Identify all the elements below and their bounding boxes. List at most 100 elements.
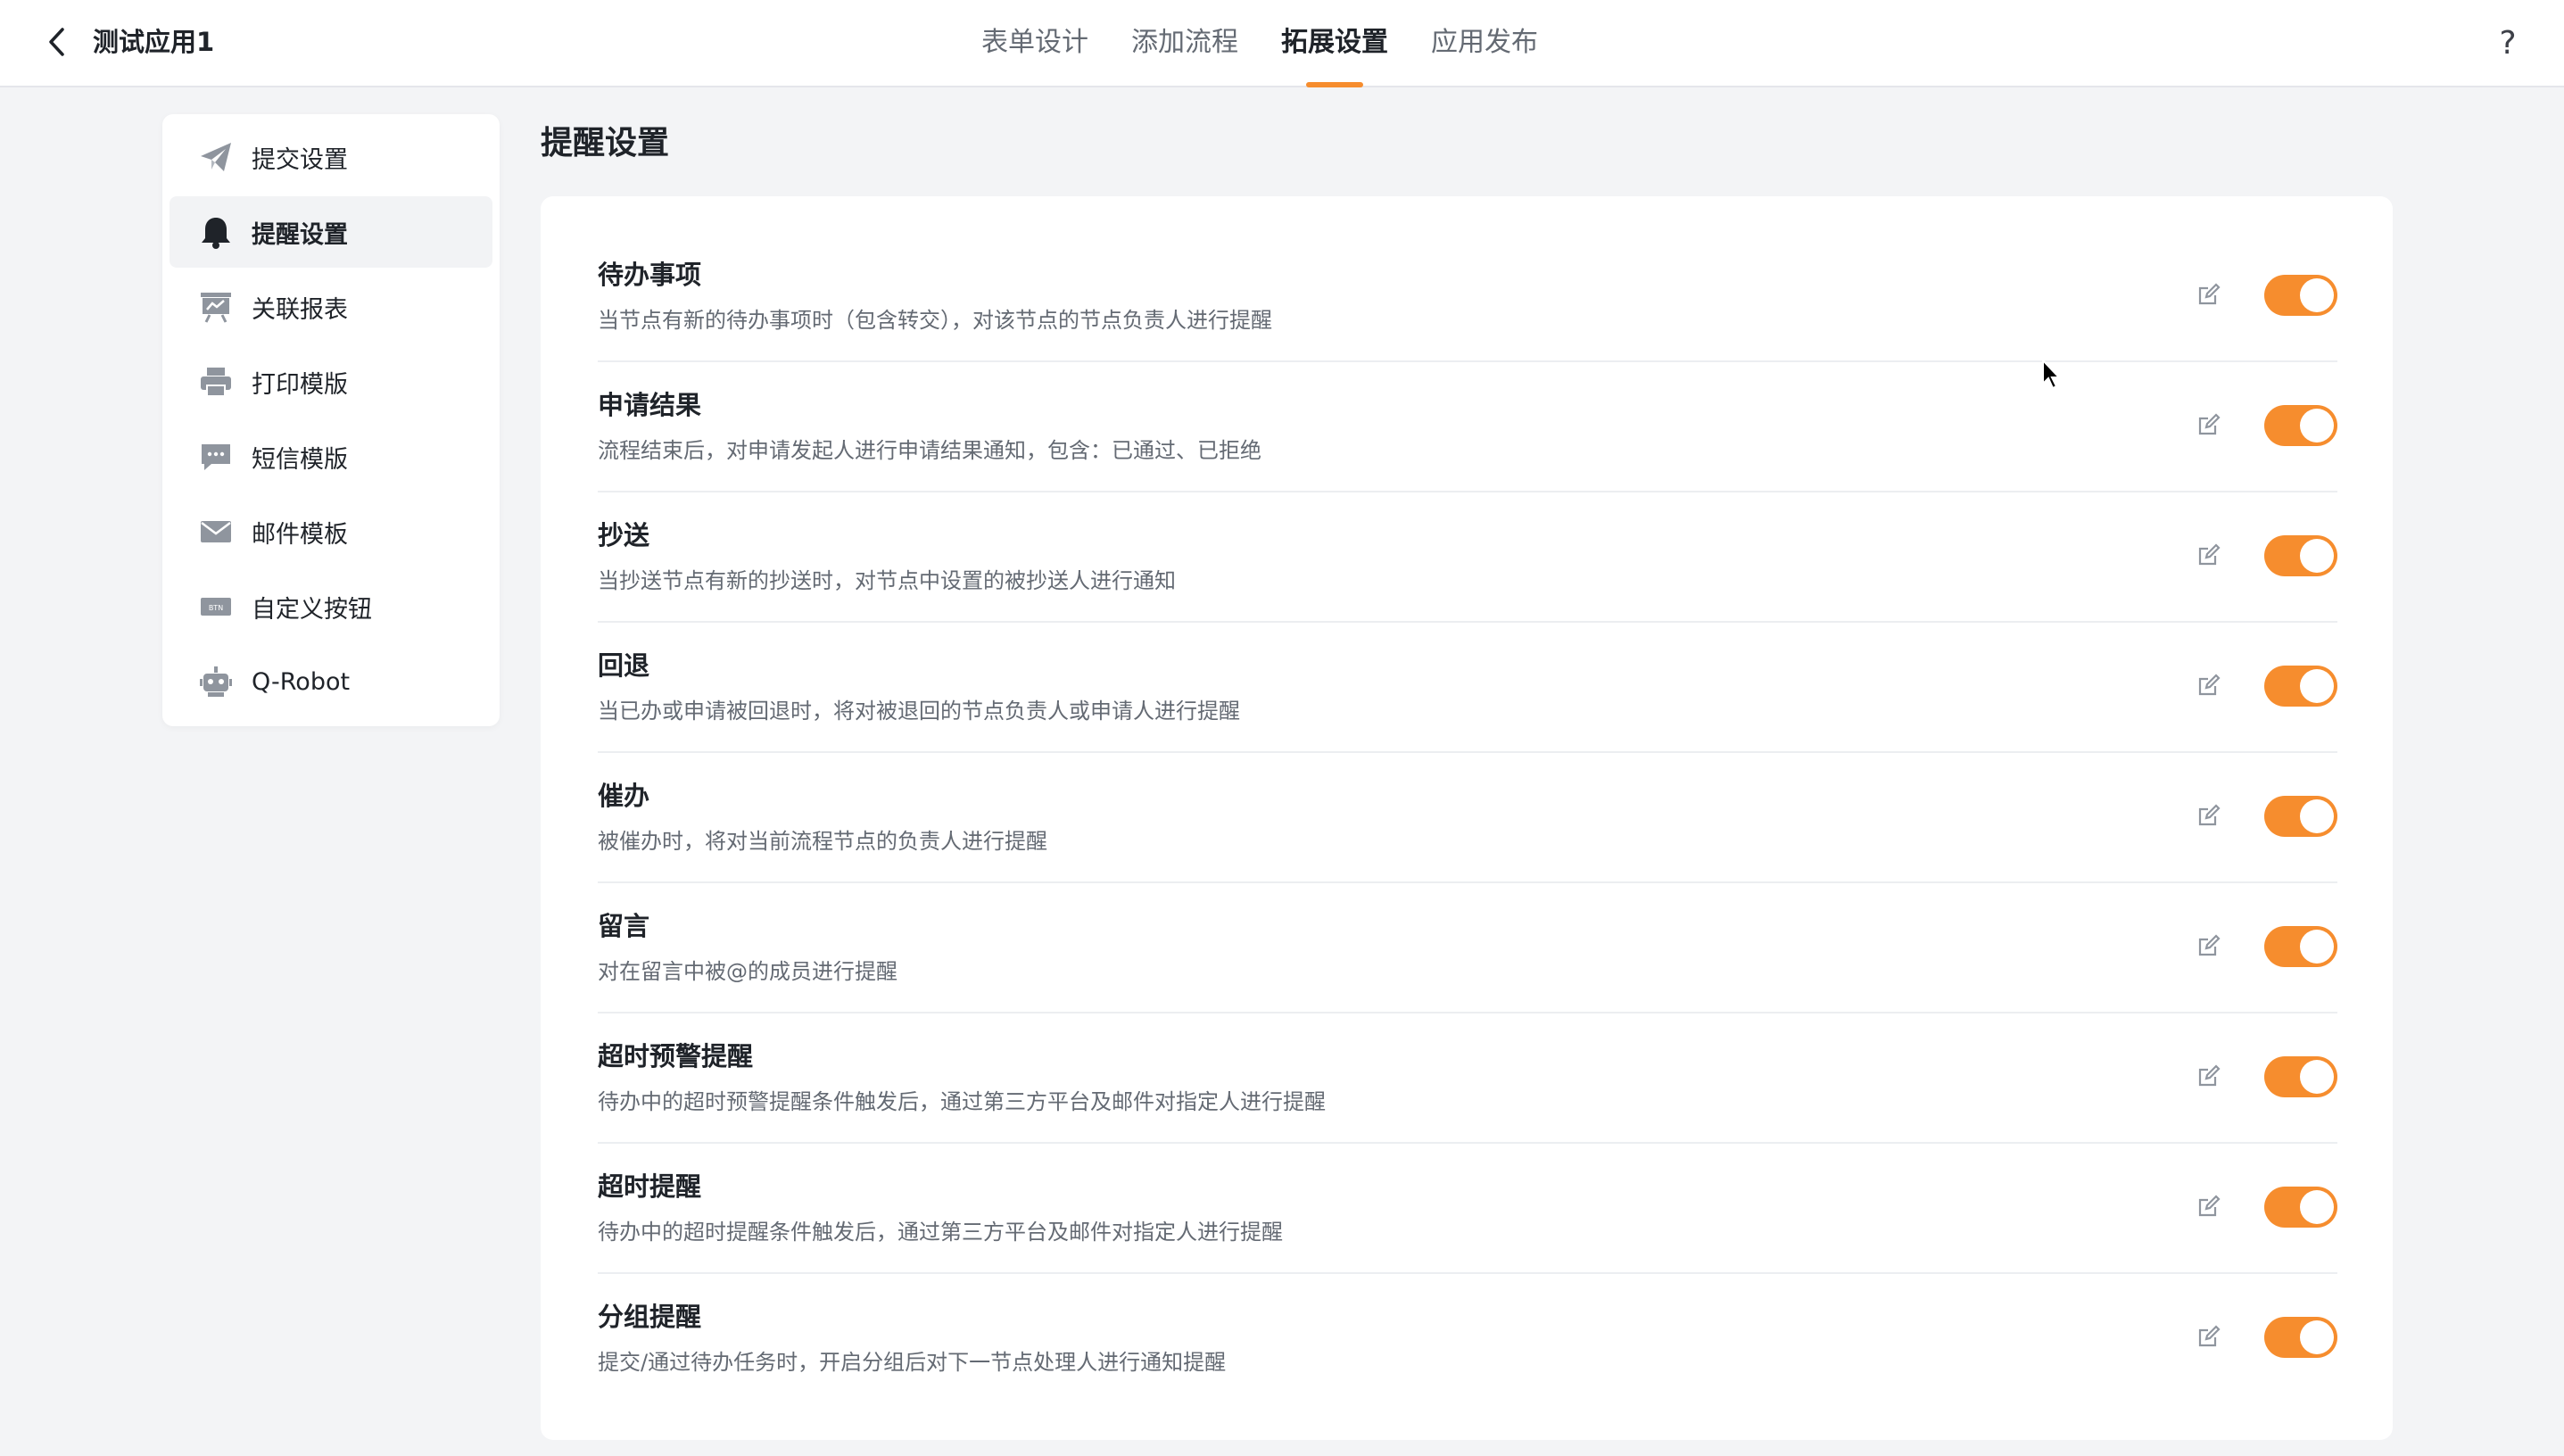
- reminder-description: 被催办时，将对当前流程节点的负责人进行提醒: [598, 829, 1047, 854]
- edit-icon: [2198, 413, 2221, 435]
- robot-icon: [198, 664, 234, 699]
- tab-extension-settings[interactable]: 拓展设置: [1281, 0, 1388, 87]
- reminder-description: 流程结束后，对申请发起人进行申请结果通知，包含：已通过、已拒绝: [598, 438, 1261, 463]
- reminder-description: 待办中的超时预警提醒条件触发后，通过第三方平台及邮件对指定人进行提醒: [598, 1089, 1326, 1114]
- page-title: 提醒设置: [541, 125, 670, 161]
- toggle-knob: [2300, 1320, 2334, 1354]
- sidebar-item-custom-button[interactable]: BTN 自定义按钮: [170, 571, 492, 642]
- edit-icon: [2198, 1064, 2221, 1087]
- toggle-knob: [2300, 1060, 2334, 1094]
- reminder-title: 超时预警提醒: [598, 1041, 754, 1071]
- sidebar-item-label: 关联报表: [252, 295, 348, 324]
- sidebar-item-label: 短信模版: [252, 445, 348, 474]
- reminder-description: 当已办或申请被回退时，将对被退回的节点负责人或申请人进行提醒: [598, 699, 1240, 724]
- toggle-knob: [2300, 539, 2334, 573]
- sidebar-item-label: 提醒设置: [252, 220, 348, 249]
- edit-icon: [2198, 804, 2221, 826]
- sidebar-item-label: 打印模版: [252, 370, 348, 399]
- toggle-knob: [2300, 799, 2334, 833]
- enable-toggle[interactable]: [2264, 535, 2337, 576]
- reminder-row-timeout: 超时提醒 待办中的超时提醒条件触发后，通过第三方平台及邮件对指定人进行提醒: [598, 1144, 2337, 1274]
- sidebar-item-print-template[interactable]: 打印模版: [170, 346, 492, 418]
- enable-toggle[interactable]: [2264, 1317, 2337, 1358]
- edit-icon: [2198, 934, 2221, 956]
- edit-button[interactable]: [2191, 798, 2227, 833]
- reminder-row-application-result: 申请结果 流程结束后，对申请发起人进行申请结果通知，包含：已通过、已拒绝: [598, 362, 2337, 492]
- top-bar: 测试应用1 表单设计 添加流程 拓展设置 应用发布 ?: [0, 0, 2564, 87]
- toggle-knob: [2300, 930, 2334, 964]
- sidebar-item-q-robot[interactable]: Q-Robot: [170, 646, 492, 717]
- sidebar-item-label: Q-Robot: [252, 667, 351, 696]
- bell-icon: [198, 214, 234, 250]
- paper-plane-icon: [198, 139, 234, 175]
- reminder-description: 当节点有新的待办事项时（包含转交），对该节点的节点负责人进行提醒: [598, 308, 1272, 333]
- enable-toggle[interactable]: [2264, 1187, 2337, 1228]
- sidebar-item-label: 邮件模板: [252, 520, 348, 549]
- mouse-cursor-icon: [2042, 359, 2062, 390]
- reminder-description: 提交/通过待办任务时，开启分组后对下一节点处理人进行通知提醒: [598, 1350, 1227, 1375]
- edit-button[interactable]: [2191, 407, 2227, 443]
- reminder-title: 留言: [598, 911, 650, 941]
- toggle-knob: [2300, 1190, 2334, 1224]
- edit-icon: [2198, 1195, 2221, 1217]
- edit-button[interactable]: [2191, 537, 2227, 573]
- tab-add-flow[interactable]: 添加流程: [1131, 0, 1238, 87]
- app-title: 测试应用1: [93, 27, 215, 57]
- edit-button[interactable]: [2191, 928, 2227, 964]
- help-button[interactable]: ?: [2487, 23, 2528, 64]
- top-tabs: 表单设计 添加流程 拓展设置 应用发布: [981, 0, 1581, 87]
- reminder-list-panel: 待办事项 当节点有新的待办事项时（包含转交），对该节点的节点负责人进行提醒 申请…: [541, 196, 2393, 1440]
- edit-button[interactable]: [2191, 1319, 2227, 1354]
- edit-icon: [2198, 1325, 2221, 1347]
- reminder-title: 抄送: [598, 520, 650, 550]
- reminder-row-rollback: 回退 当已办或申请被回退时，将对被退回的节点负责人或申请人进行提醒: [598, 623, 2337, 753]
- reminder-row-comment: 留言 对在留言中被@的成员进行提醒: [598, 883, 2337, 1013]
- chevron-left-icon: [49, 28, 64, 56]
- edit-button[interactable]: [2191, 1188, 2227, 1224]
- reminder-row-cc: 抄送 当抄送节点有新的抄送时，对节点中设置的被抄送人进行通知: [598, 492, 2337, 623]
- enable-toggle[interactable]: [2264, 796, 2337, 837]
- reminder-description: 对在留言中被@的成员进行提醒: [598, 959, 897, 984]
- toggle-knob: [2300, 409, 2334, 443]
- toggle-knob: [2300, 669, 2334, 703]
- reminder-description: 待办中的超时提醒条件触发后，通过第三方平台及邮件对指定人进行提醒: [598, 1220, 1283, 1245]
- reminder-row-group: 分组提醒 提交/通过待办任务时，开启分组后对下一节点处理人进行通知提醒: [598, 1274, 2337, 1404]
- edit-button[interactable]: [2191, 277, 2227, 312]
- chat-bubble-icon: [198, 439, 234, 475]
- sidebar-item-label: 提交设置: [252, 145, 348, 174]
- edit-button[interactable]: [2191, 667, 2227, 703]
- back-button[interactable]: [39, 24, 75, 60]
- toggle-knob: [2300, 278, 2334, 312]
- enable-toggle[interactable]: [2264, 1056, 2337, 1097]
- sidebar-item-email-template[interactable]: 邮件模板: [170, 496, 492, 567]
- sidebar-item-label: 自定义按钮: [252, 595, 372, 624]
- reminder-title: 待办事项: [598, 260, 702, 290]
- tab-form-design[interactable]: 表单设计: [981, 0, 1088, 87]
- reminder-title: 超时提醒: [598, 1171, 702, 1202]
- sidebar-item-submit-settings[interactable]: 提交设置: [170, 121, 492, 193]
- chart-board-icon: [198, 289, 234, 325]
- tab-app-publish[interactable]: 应用发布: [1431, 0, 1538, 87]
- reminder-title: 申请结果: [598, 390, 702, 420]
- printer-icon: [198, 364, 234, 400]
- edit-icon: [2198, 674, 2221, 696]
- reminder-title: 催办: [598, 781, 650, 811]
- reminder-description: 当抄送节点有新的抄送时，对节点中设置的被抄送人进行通知: [598, 568, 1176, 593]
- enable-toggle[interactable]: [2264, 275, 2337, 316]
- sidebar: 提交设置 提醒设置 关联报表 打印模版 短信模版 邮件模板 BTN 自定义按钮: [162, 114, 500, 726]
- enable-toggle[interactable]: [2264, 405, 2337, 446]
- edit-icon: [2198, 543, 2221, 566]
- edit-button[interactable]: [2191, 1058, 2227, 1094]
- btn-badge-icon: BTN: [198, 589, 234, 625]
- enable-toggle[interactable]: [2264, 926, 2337, 967]
- sidebar-item-reminder-settings[interactable]: 提醒设置: [170, 196, 492, 268]
- reminder-title: 分组提醒: [598, 1302, 702, 1332]
- svg-text:BTN: BTN: [209, 604, 223, 612]
- reminder-row-timeout-warning: 超时预警提醒 待办中的超时预警提醒条件触发后，通过第三方平台及邮件对指定人进行提…: [598, 1013, 2337, 1144]
- reminder-row-urge: 催办 被催办时，将对当前流程节点的负责人进行提醒: [598, 753, 2337, 883]
- sidebar-item-linked-reports[interactable]: 关联报表: [170, 271, 492, 343]
- enable-toggle[interactable]: [2264, 666, 2337, 707]
- reminder-row-todo: 待办事项 当节点有新的待办事项时（包含转交），对该节点的节点负责人进行提醒: [598, 232, 2337, 362]
- edit-icon: [2198, 283, 2221, 305]
- sidebar-item-sms-template[interactable]: 短信模版: [170, 421, 492, 492]
